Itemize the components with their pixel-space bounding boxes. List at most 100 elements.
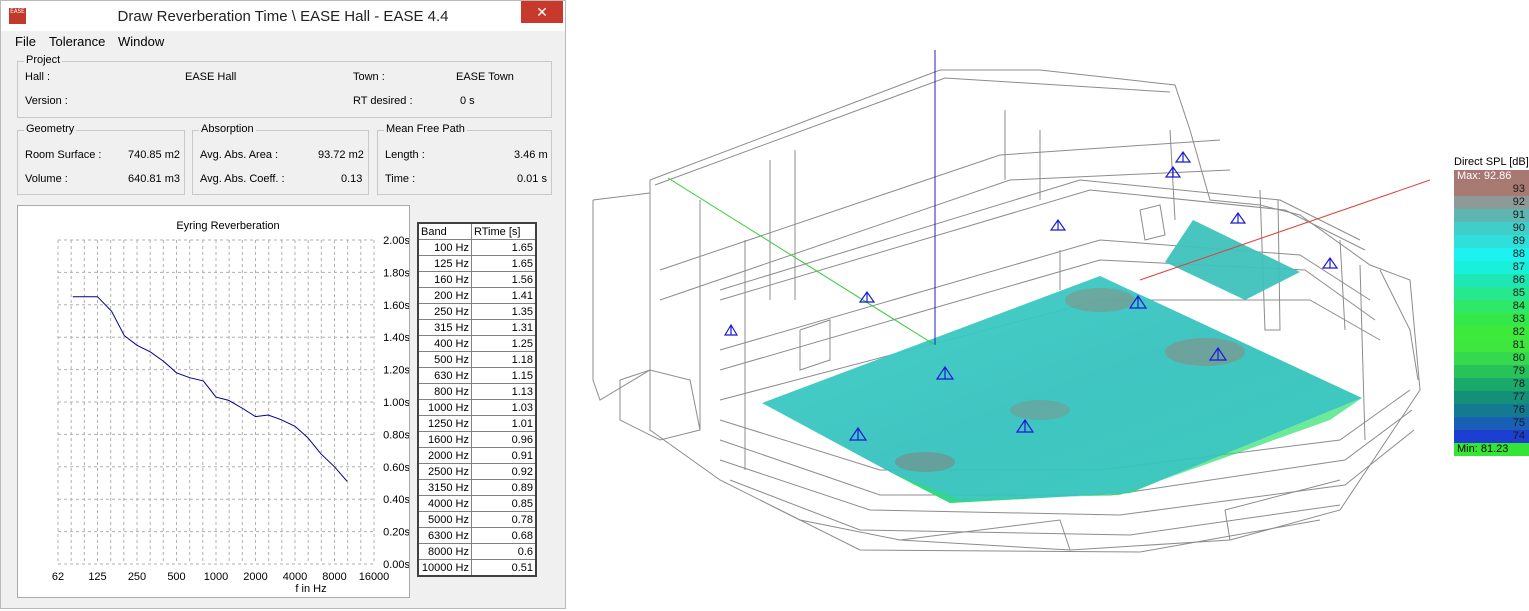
band-cell: 500 Hz (417, 351, 472, 368)
band-cell: 100 Hz (417, 239, 472, 256)
spl-hotspot (1165, 338, 1245, 366)
x-tick-label: 8000 (322, 571, 346, 583)
loudspeaker-icon (1321, 256, 1339, 269)
loudspeaker-icon (723, 323, 739, 336)
spl-hotspot (895, 452, 955, 472)
avg-abs-area-value: 93.72 m2 (318, 149, 364, 161)
close-icon: ✕ (536, 4, 548, 20)
band-cell: 630 Hz (417, 367, 472, 384)
band-cell: 10000 Hz (417, 559, 472, 577)
rtime-cell: 1.15 (471, 367, 537, 384)
absorption-group-title: Absorption (199, 123, 256, 135)
band-cell: 1250 Hz (417, 415, 472, 432)
rtime-cell: 1.41 (471, 287, 537, 304)
x-tick-label: 125 (88, 571, 106, 583)
hall-3d-view[interactable] (570, 0, 1529, 611)
reverberation-chart: Eyring Reverberation 0.00s 0.20s 0.40s 0.60s… (17, 205, 410, 598)
legend-max: Max: 92.86 (1454, 170, 1529, 183)
x-tick-label: 500 (167, 571, 185, 583)
rt-desired-value: 0 s (460, 95, 475, 107)
spl-hotspot (1010, 400, 1070, 420)
mfp-time-label: Time : (385, 173, 416, 185)
rtime-cell: 1.65 (471, 255, 537, 272)
menu-tolerance[interactable]: Tolerance (49, 34, 105, 49)
volume-label: Volume : (25, 173, 68, 185)
rt-table-row: 400 Hz 1.25 (417, 335, 537, 352)
hall-value: EASE Hall (185, 71, 237, 83)
geometry-group: Geometry (17, 123, 185, 195)
legend-swatch: 79 (1454, 365, 1529, 378)
y-tick-label: 2.00s (383, 235, 409, 247)
window-title: Draw Reverberation Time \ EASE Hall - EA… (117, 8, 449, 25)
band-cell: 160 Hz (417, 271, 472, 288)
rt-table-row: 250 Hz 1.35 (417, 303, 537, 320)
legend-swatch: 91 (1454, 209, 1529, 222)
rt-table-row: 160 Hz 1.56 (417, 271, 537, 288)
legend-title: Direct SPL [dB] (1454, 156, 1529, 168)
rtime-cell: 1.25 (471, 335, 537, 352)
rt-table-row: 4000 Hz 0.85 (417, 495, 537, 512)
town-label: Town : (353, 71, 385, 83)
hall-wireframe-svg (592, 50, 1431, 553)
band-cell: 125 Hz (417, 255, 472, 272)
mean-free-path-group-title: Mean Free Path (384, 123, 467, 135)
rtime-cell: 1.56 (471, 271, 537, 288)
y-tick-label: 1.60s (383, 300, 409, 312)
band-cell: 250 Hz (417, 303, 472, 320)
legend-swatch: 85 (1454, 287, 1529, 300)
geometry-group-title: Geometry (24, 123, 77, 135)
rtime-cell: 1.01 (471, 415, 537, 432)
legend-swatch: 84 (1454, 300, 1529, 313)
menu-file[interactable]: File (15, 34, 36, 49)
mfp-length-label: Length : (385, 149, 425, 161)
band-cell: 2500 Hz (417, 463, 472, 480)
legend-swatch: 81 (1454, 339, 1529, 352)
band-header: Band (417, 222, 472, 240)
y-tick-label: 0.60s (383, 462, 409, 474)
legend-swatch: 78 (1454, 378, 1529, 391)
rtime-cell: 1.03 (471, 399, 537, 416)
mfp-length-value: 3.46 m (514, 149, 548, 161)
rt-table-row: 6300 Hz 0.68 (417, 527, 537, 544)
band-cell: 5000 Hz (417, 511, 472, 528)
y-axis (667, 177, 936, 346)
title-bar[interactable]: EASE Draw Reverberation Time \ EASE Hall… (1, 1, 565, 31)
x-tick-label: 62 (52, 571, 64, 583)
rtime-cell: 0.96 (471, 431, 537, 448)
mean-free-path-group: Mean Free Path (377, 123, 552, 195)
rtime-cell: 1.13 (471, 383, 537, 400)
legend-swatch: 88 (1454, 248, 1529, 261)
rt-table-row: 8000 Hz 0.6 (417, 543, 537, 560)
legend-swatch: 89 (1454, 235, 1529, 248)
rtime-cell: 1.18 (471, 351, 537, 368)
band-cell: 2000 Hz (417, 447, 472, 464)
rtime-cell: 0.68 (471, 527, 537, 544)
rt-table-row: 5000 Hz 0.78 (417, 511, 537, 528)
band-cell: 800 Hz (417, 383, 472, 400)
rt-table-row: 2000 Hz 0.91 (417, 447, 537, 464)
rt-table-row: 630 Hz 1.15 (417, 367, 537, 384)
rtime-header: RTime [s] (471, 222, 537, 240)
rt-table-row: 500 Hz 1.18 (417, 351, 537, 368)
rt-table-row: 1000 Hz 1.03 (417, 399, 537, 416)
rt-table-row: 200 Hz 1.41 (417, 287, 537, 304)
legend-swatch: 90 (1454, 222, 1529, 235)
rtime-cell: 0.51 (471, 559, 537, 577)
rt-table-row: 10000 Hz 0.51 (417, 559, 537, 577)
mfp-time-value: 0.01 s (517, 173, 547, 185)
rt-table: Band RTime [s] 100 Hz 1.65 125 Hz 1.65 160 H… (417, 222, 537, 577)
legend-swatch: 74 (1454, 430, 1529, 443)
legend-swatch: 82 (1454, 326, 1529, 339)
y-tick-label: 0.20s (383, 527, 409, 539)
spl-hotspot (1065, 288, 1135, 312)
band-cell: 6300 Hz (417, 527, 472, 544)
rt-table-row: 3150 Hz 0.89 (417, 479, 537, 496)
legend-swatch: 93 (1454, 183, 1529, 196)
y-tick-label: 0.80s (383, 429, 409, 441)
y-tick-label: 1.80s (383, 267, 409, 279)
close-button[interactable]: ✕ (521, 1, 563, 23)
menu-window[interactable]: Window (118, 34, 164, 49)
y-tick-label: 0.00s (383, 559, 409, 571)
room-surface-value: 740.85 m2 (128, 149, 180, 161)
loudspeaker-icon (1049, 218, 1067, 231)
